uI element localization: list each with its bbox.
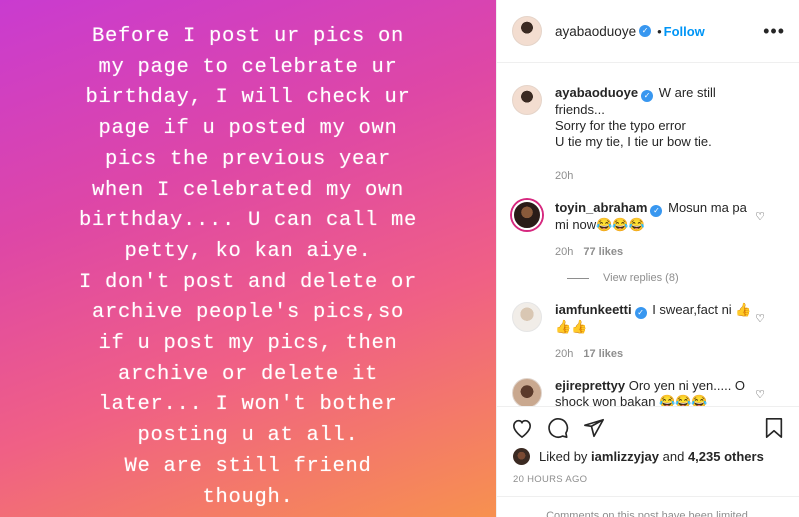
heart-icon[interactable]: ♡ [755, 388, 765, 401]
caption-avatar[interactable] [512, 85, 542, 115]
verified-badge-icon: ✓ [650, 205, 663, 217]
likes-summary: Liked by iamlizzyjay and 4,235 others [513, 448, 764, 465]
comment-likes[interactable]: 77 likes [583, 246, 623, 258]
more-icon[interactable]: ••• [763, 21, 785, 42]
caption-time: 20h [555, 170, 574, 182]
comments-list[interactable]: ayabaoduoye ✓ W are still friends... Sorr… [497, 63, 799, 407]
heart-icon[interactable]: ♡ [755, 210, 765, 223]
commenter-username[interactable]: iamfunkeetti [555, 302, 632, 317]
likes-connector: and [662, 449, 685, 464]
commenter-avatar[interactable] [512, 378, 542, 407]
comment-time: 20h [555, 348, 574, 360]
comments-limited-notice: Comments on this post have been limited. [497, 496, 799, 517]
action-bar [497, 406, 799, 439]
likes-prefix: Liked by [539, 449, 588, 464]
liker-username[interactable]: iamlizzyjay [591, 449, 659, 464]
liker-avatar[interactable] [513, 448, 530, 465]
comment-item: ejireprettyy Oro yen ni yen..... O shock… [512, 378, 785, 407]
bookmark-icon[interactable] [764, 417, 784, 439]
header-separator: • [657, 23, 662, 39]
commenter-avatar[interactable] [512, 302, 542, 332]
caption-text-line: U tie my tie, I tie ur bow tie. [555, 134, 712, 149]
heart-icon[interactable]: ♡ [755, 312, 765, 325]
comment-time: 20h [555, 246, 574, 258]
caption: ayabaoduoye ✓ W are still friends... Sorr… [512, 85, 785, 184]
view-replies-button[interactable]: View replies (8) [567, 272, 785, 284]
commenter-username[interactable]: toyin_abraham [555, 200, 647, 215]
post-timestamp: 20 HOURS AGO [513, 474, 588, 485]
replies-divider [567, 277, 589, 279]
comment-icon[interactable] [547, 417, 569, 439]
verified-badge-icon: ✓ [634, 307, 647, 319]
post-header: ayabaoduoye ✓ • Follow ••• [497, 0, 799, 63]
post-media[interactable]: Before I post ur pics on my page to cele… [0, 0, 496, 517]
comment-likes[interactable]: 17 likes [583, 348, 623, 360]
share-icon[interactable] [583, 417, 605, 439]
follow-button[interactable]: Follow [664, 24, 705, 39]
author-avatar[interactable] [512, 16, 542, 46]
comment-item: toyin_abraham ✓ Mosun ma pa mi now😂😂😂 20h… [512, 200, 785, 260]
comment-item: iamfunkeetti ✓ I swear,fact ni 👍👍👍 20h 17 … [512, 302, 785, 362]
verified-badge-icon: ✓ [641, 90, 654, 102]
post-side-panel: ayabaoduoye ✓ • Follow ••• ayabaoduoye ✓ … [496, 0, 799, 517]
likes-others-link[interactable]: 4,235 others [688, 449, 764, 464]
author-username[interactable]: ayabaoduoye [555, 24, 636, 39]
commenter-avatar[interactable] [512, 200, 542, 230]
caption-username[interactable]: ayabaoduoye [555, 85, 638, 100]
heart-icon[interactable] [511, 418, 533, 438]
verified-badge-icon: ✓ [639, 25, 652, 37]
caption-text-line: Sorry for the typo error [555, 118, 686, 133]
story-text: Before I post ur pics on my page to cele… [78, 25, 418, 509]
view-replies-label[interactable]: View replies (8) [603, 272, 679, 284]
commenter-username[interactable]: ejireprettyy [555, 378, 625, 393]
